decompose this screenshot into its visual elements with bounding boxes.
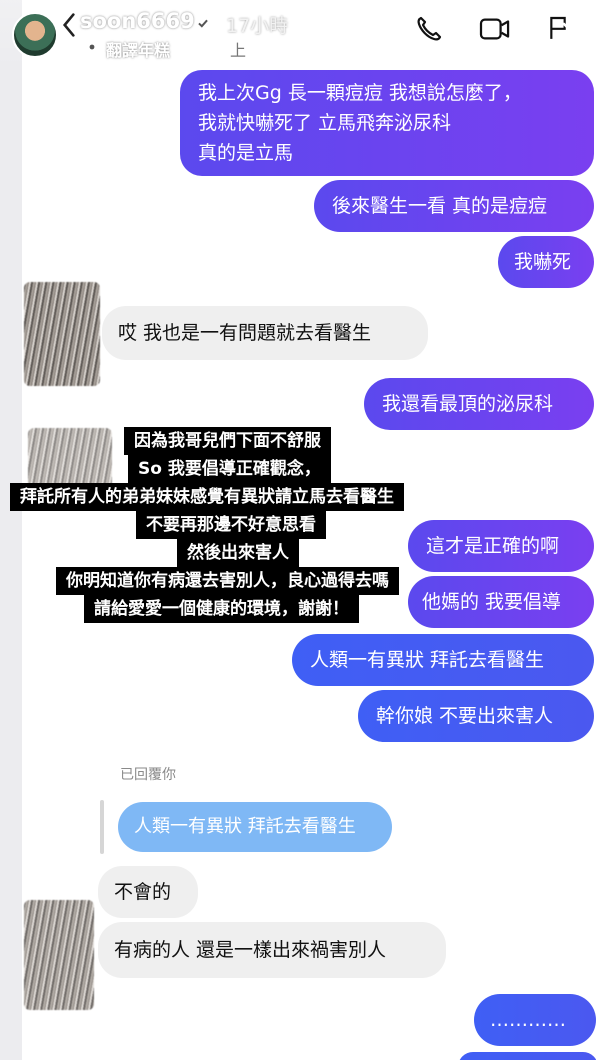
message-text: 不會的 — [114, 881, 172, 903]
verified-badge-icon — [194, 14, 212, 32]
message-text: 他媽的 我要倡導 — [422, 591, 562, 613]
outgoing-message: 後來醫生一看 真的是痘痘 — [314, 180, 594, 232]
quoted-message[interactable]: 人類一有異狀 拜託去看醫生 — [118, 802, 392, 852]
message-text: 我嚇死 — [514, 251, 572, 273]
message-line: 真的是立馬 — [198, 142, 294, 164]
phone-icon[interactable] — [414, 14, 444, 44]
message-text: 哎 我也是一有問題就去看醫生 — [118, 322, 372, 344]
replied-label: 已回覆你 — [120, 767, 176, 783]
message-text: 有病的人 還是一樣出來禍害別人 — [114, 939, 387, 961]
message-text: 人類一有異狀 拜託去看醫生 — [310, 649, 545, 671]
music-note-icon — [84, 39, 100, 55]
sender-avatar-blurred — [28, 428, 112, 488]
outgoing-message: 人類一有異狀 拜託去看醫生 — [292, 634, 594, 686]
quoted-text: 人類一有異狀 拜託去看醫生 — [134, 816, 356, 837]
outgoing-message: ………… — [474, 994, 596, 1046]
message-text: ………… — [490, 1009, 566, 1031]
outgoing-message-partial — [458, 1052, 596, 1060]
post-time: 17小時 — [226, 15, 289, 37]
sender-avatar-blurred — [24, 282, 100, 386]
story-header: soon6669 17小時 翻譯年糕 上 — [0, 0, 596, 70]
outgoing-message: 我嚇死 — [498, 236, 594, 288]
message-text: 我還看最頂的泌尿科 — [382, 393, 554, 415]
music-title-suffix: 上 — [230, 41, 247, 60]
outgoing-message: 這才是正確的啊 — [408, 520, 594, 572]
message-text: 這才是正確的啊 — [426, 535, 560, 557]
message-line: 我就快嚇死了 立馬飛奔泌尿科 — [198, 112, 452, 134]
message-text: 幹你娘 不要出來害人 — [376, 705, 554, 727]
sender-avatar-blurred — [24, 900, 94, 1010]
message-line: 我上次Gg 長一顆痘痘 我想說怎麼了， — [198, 82, 522, 104]
chevron-left-icon[interactable] — [60, 12, 78, 38]
reply-quote-bar — [100, 800, 104, 854]
incoming-message: 有病的人 還是一樣出來禍害別人 — [98, 922, 446, 978]
incoming-message: 不會的 — [98, 866, 198, 918]
incoming-message: 哎 我也是一有問題就去看醫生 — [102, 306, 428, 360]
background-strip — [0, 0, 22, 1060]
chat-screen: 我上次Gg 長一顆痘痘 我想說怎麼了， 我就快嚇死了 立馬飛奔泌尿科 真的是立馬… — [22, 0, 596, 1060]
message-text: 後來醫生一看 真的是痘痘 — [332, 195, 548, 217]
close-icon[interactable] — [560, 20, 590, 50]
outgoing-message: 他媽的 我要倡導 — [408, 576, 594, 628]
user-avatar[interactable] — [12, 12, 58, 58]
music-title[interactable]: 翻譯年糕 — [106, 37, 170, 61]
username[interactable]: soon6669 — [80, 9, 195, 33]
outgoing-message: 我還看最頂的泌尿科 — [364, 378, 594, 430]
outgoing-message: 幹你娘 不要出來害人 — [358, 690, 594, 742]
video-camera-icon[interactable] — [478, 15, 512, 43]
outgoing-message: 我上次Gg 長一顆痘痘 我想說怎麼了， 我就快嚇死了 立馬飛奔泌尿科 真的是立馬 — [180, 70, 594, 176]
